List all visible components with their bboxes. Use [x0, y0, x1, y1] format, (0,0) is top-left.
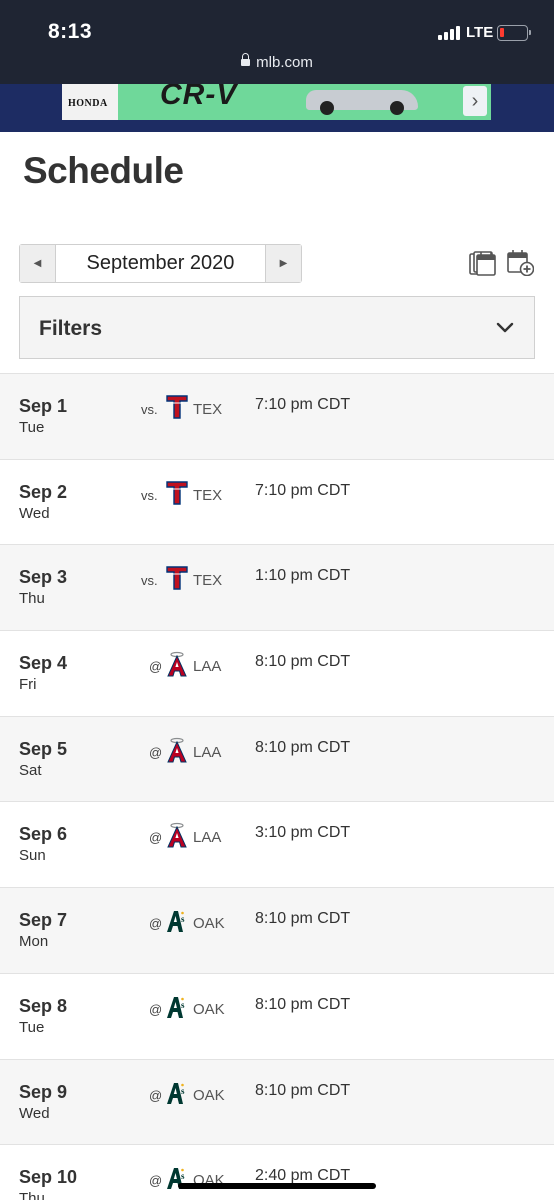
game-date: Sep 4 [19, 653, 68, 674]
opponent-abbr[interactable]: LAA [193, 744, 221, 761]
schedule-row[interactable]: Sep 5 Sat @ LAA 8:10 pm CDT [0, 716, 554, 803]
athletics-logo-icon: s [166, 908, 188, 934]
home-away-indicator: @ [149, 916, 163, 932]
home-away-indicator: vs. [141, 487, 158, 503]
game-weekday: Tue [19, 419, 45, 436]
car-image [306, 90, 418, 115]
game-time: 3:10 pm CDT [255, 824, 351, 842]
home-away-indicator: @ [149, 659, 163, 675]
athletics-logo-icon: s [166, 994, 188, 1020]
opponent-abbr[interactable]: TEX [193, 572, 222, 589]
angels-logo-icon [166, 651, 188, 677]
svg-text:s: s [181, 1171, 185, 1181]
cellular-signal-icon [438, 26, 464, 40]
home-away-indicator: @ [149, 830, 163, 846]
game-date: Sep 3 [19, 567, 68, 588]
game-weekday: Thu [19, 590, 45, 608]
filters-label: Filters [39, 317, 103, 340]
game-weekday: Wed [19, 1104, 50, 1122]
game-date: Sep 1 [19, 396, 68, 416]
athletics-logo-icon: s [166, 1080, 188, 1106]
home-away-indicator: @ [149, 1001, 163, 1017]
schedule-row[interactable]: Sep 8 Tue @ s OAK 8:10 pm CDT [0, 973, 554, 1060]
game-time: 8:10 pm CDT [255, 995, 351, 1013]
rangers-logo-icon [166, 394, 188, 420]
schedule-row[interactable]: Sep 4 Fri @ LAA 8:10 pm CDT [0, 631, 554, 717]
game-time: 7:10 pm CDT [255, 481, 351, 499]
game-time: 8:10 pm CDT [255, 653, 351, 671]
game-date: Sep 5 [19, 738, 68, 759]
game-date: Sep 2 [19, 481, 68, 502]
game-weekday: Wed [19, 504, 50, 522]
url-text: mlb.com [256, 54, 313, 71]
page-title: Schedule [23, 150, 184, 191]
angels-logo-icon [166, 737, 188, 763]
lock-icon [241, 53, 251, 66]
game-time: 8:10 pm CDT [255, 738, 351, 756]
game-date: Sep 6 [19, 824, 68, 845]
schedule-row[interactable]: Sep 2 Wed vs. TEX 7:10 pm CDT [0, 459, 554, 546]
next-month-button[interactable]: ▶ [265, 245, 301, 282]
game-date: Sep 9 [19, 1081, 68, 1102]
home-away-indicator: vs. [141, 402, 158, 417]
svg-text:s: s [181, 914, 185, 924]
home-away-indicator: vs. [141, 573, 158, 589]
previous-month-button[interactable]: ◀ [20, 245, 56, 282]
schedule-row[interactable]: Sep 7 Mon @ s OAK 8:10 pm CDT [0, 888, 554, 974]
game-weekday: Sat [19, 761, 42, 779]
game-time: 1:10 pm CDT [255, 567, 351, 585]
opponent-abbr[interactable]: OAK [193, 1087, 225, 1104]
opponent-abbr[interactable]: TEX [193, 401, 222, 418]
schedule-row[interactable]: Sep 3 Thu vs. TEX 1:10 pm CDT [0, 545, 554, 632]
game-time: 7:10 pm CDT [255, 396, 351, 413]
status-bar: 8:13 LTE mlb.com [0, 0, 554, 84]
network-type: LTE [466, 24, 494, 41]
home-away-indicator: @ [149, 1087, 163, 1103]
battery-icon [497, 25, 531, 41]
rangers-logo-icon [166, 565, 188, 591]
game-weekday: Fri [19, 676, 37, 694]
schedule-row[interactable]: Sep 10 Thu @ s OAK 2:40 pm CDT [0, 1145, 554, 1200]
home-away-indicator: @ [149, 744, 163, 760]
status-time: 8:13 [48, 20, 93, 43]
schedule-row[interactable]: Sep 6 Sun @ LAA 3:10 pm CDT [0, 802, 554, 889]
opponent-abbr[interactable]: LAA [193, 658, 221, 675]
svg-text:s: s [181, 1086, 185, 1096]
ad-next-button[interactable]: › [463, 86, 487, 116]
angels-logo-icon [166, 822, 188, 848]
caret-right-icon: ▶ [279, 258, 288, 269]
address-bar[interactable]: mlb.com [0, 53, 554, 71]
schedule-row[interactable]: Sep 9 Wed @ s OAK 8:10 pm CDT [0, 1059, 554, 1146]
home-indicator[interactable] [178, 1183, 376, 1189]
opponent-abbr[interactable]: OAK [193, 915, 225, 932]
opponent-abbr[interactable]: TEX [193, 487, 222, 504]
home-away-indicator: @ [149, 1173, 163, 1189]
game-weekday: Mon [19, 933, 49, 951]
game-date: Sep 10 [19, 1167, 78, 1188]
game-weekday: Tue [19, 1018, 45, 1036]
ad-brand: HONDA [68, 98, 108, 109]
game-time: 8:10 pm CDT [255, 910, 351, 928]
month-label[interactable]: September 2020 [56, 245, 265, 282]
month-selector: ◀ September 2020 ▶ [19, 244, 302, 283]
caret-left-icon: ◀ [33, 258, 42, 269]
game-date: Sep 8 [19, 995, 68, 1016]
schedule-row[interactable]: Sep 1 Tue vs. TEX 7:10 pm CDT [0, 374, 554, 460]
schedule-list: Sep 1 Tue vs. TEX 7:10 pm CDT Sep 2 Wed vs. TEX 7… [0, 373, 554, 1200]
game-weekday: Thu [19, 1190, 45, 1200]
game-time: 8:10 pm CDT [255, 1081, 351, 1099]
chevron-down-icon [496, 322, 514, 333]
filters-dropdown[interactable]: Filters [19, 296, 535, 359]
svg-text:s: s [181, 1000, 185, 1010]
opponent-abbr[interactable]: OAK [193, 1001, 225, 1018]
ad-banner[interactable]: HONDA CR-V › [62, 84, 491, 120]
add-to-calendar-icon[interactable] [506, 248, 534, 276]
ad-model: CR-V [160, 84, 238, 111]
rangers-logo-icon [166, 480, 188, 506]
opponent-abbr[interactable]: LAA [193, 829, 221, 846]
game-date: Sep 7 [19, 910, 68, 931]
game-weekday: Sun [19, 847, 46, 865]
calendar-list-icon[interactable] [468, 248, 496, 276]
